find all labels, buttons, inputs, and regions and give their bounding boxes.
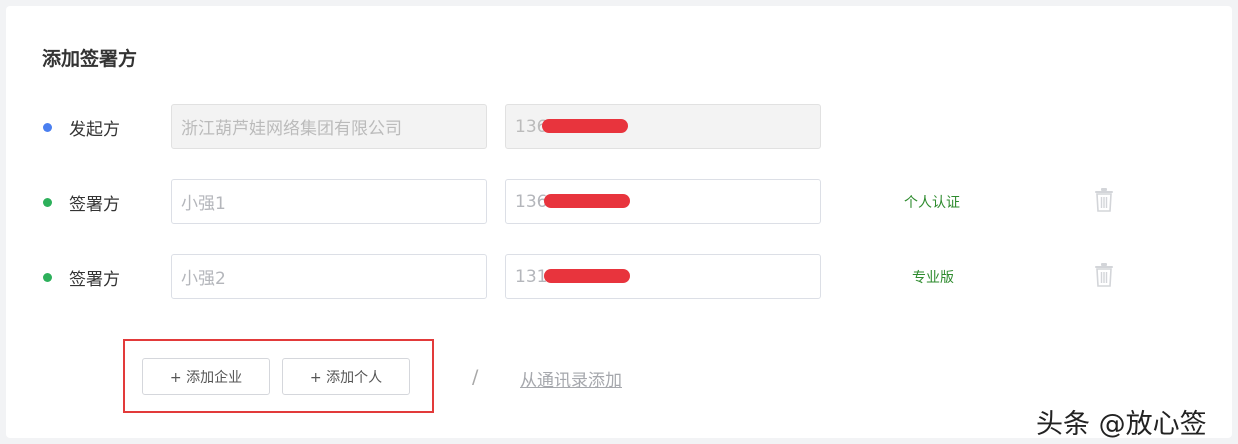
add-signers-card: 添加签署方 发起方 浙江葫芦娃网络集团有限公司 136 签署方 小强1 136 … — [6, 6, 1232, 440]
role-label: 签署方 — [69, 195, 120, 215]
page-title: 添加签署方 — [42, 48, 138, 70]
trash-icon[interactable] — [1094, 263, 1114, 287]
redaction-mark — [542, 119, 628, 133]
auth-type-label[interactable]: 专业版 — [912, 267, 954, 287]
role-label: 签署方 — [69, 270, 120, 290]
initiator-status-dot — [43, 123, 52, 132]
signer-status-dot — [43, 198, 52, 207]
trash-icon[interactable] — [1094, 188, 1114, 212]
phone-input: 136 — [505, 104, 821, 149]
party-row-signer: 签署方 小强1 136 个人认证 — [6, 179, 1232, 225]
add-from-contacts-link[interactable]: 从通讯录添加 — [520, 366, 622, 391]
name-input[interactable]: 小强2 — [171, 254, 487, 299]
phone-value: 131 — [515, 266, 548, 287]
name-input[interactable]: 小强1 — [171, 179, 487, 224]
auth-type-label[interactable]: 个人认证 — [904, 192, 960, 212]
role-label: 发起方 — [69, 120, 120, 140]
phone-value: 136 — [515, 191, 548, 212]
company-name-value: 浙江葫芦娃网络集团有限公司 — [181, 119, 402, 139]
name-value: 小强2 — [181, 269, 226, 289]
redaction-mark — [544, 194, 630, 208]
party-row-signer: 签署方 小强2 131 专业版 — [6, 254, 1232, 300]
company-name-input: 浙江葫芦娃网络集团有限公司 — [171, 104, 487, 149]
separator: / — [472, 366, 479, 388]
signer-status-dot — [43, 273, 52, 282]
phone-input[interactable]: 136 — [505, 179, 821, 224]
redaction-mark — [544, 269, 630, 283]
watermark: 头条 @放心签 — [1036, 409, 1207, 440]
party-row-initiator: 发起方 浙江葫芦娃网络集团有限公司 136 — [6, 104, 1232, 150]
phone-input[interactable]: 131 — [505, 254, 821, 299]
add-person-button[interactable]: + 添加个人 — [282, 358, 410, 395]
add-company-button[interactable]: + 添加企业 — [142, 358, 270, 395]
name-value: 小强1 — [181, 194, 226, 214]
